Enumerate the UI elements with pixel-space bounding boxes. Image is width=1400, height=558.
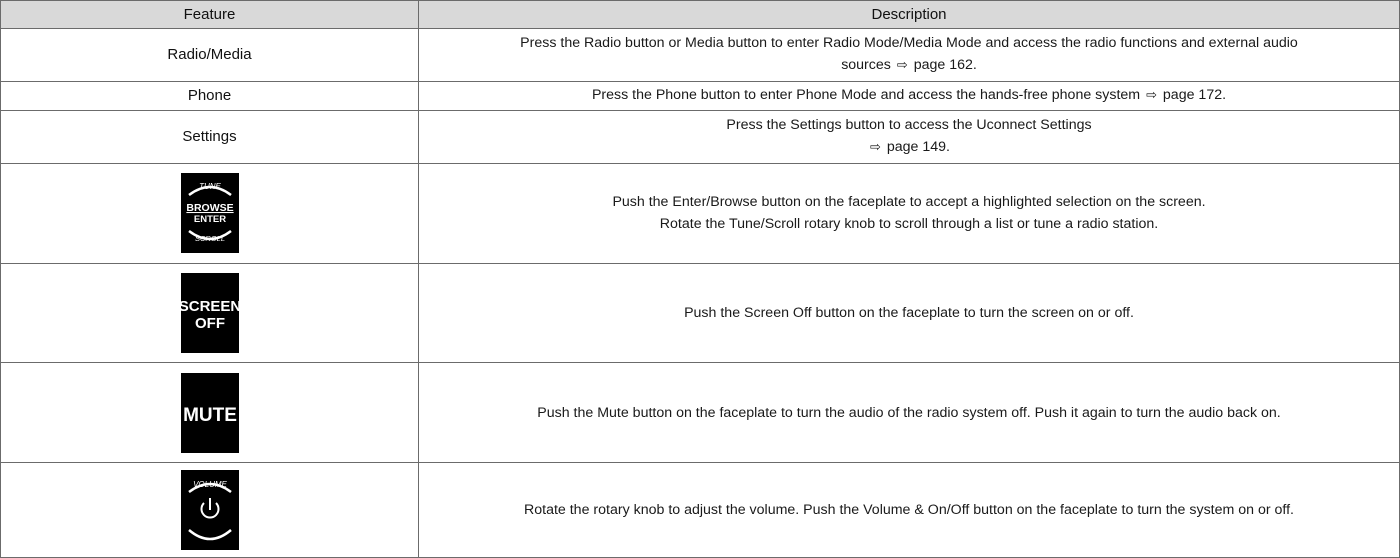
table-row: Radio/Media Press the Radio button or Me… <box>0 28 1400 82</box>
table-row: Settings Press the Settings button to ac… <box>0 110 1400 164</box>
description-line: Push the Enter/Browse button on the face… <box>612 194 1206 211</box>
screen-off-icon: SCREEN OFF <box>180 272 239 353</box>
description-cell: Press the Radio button or Media button t… <box>418 28 1400 82</box>
svg-text:TUNE: TUNE <box>199 182 221 191</box>
description-cell: Push the Mute button on the faceplate to… <box>418 362 1400 464</box>
svg-text:MUTE: MUTE <box>183 405 237 426</box>
feature-cell: MUTE <box>0 362 419 464</box>
table-row: TUNE BROWSE ENTER SCROLL Push the Enter/… <box>0 162 1400 264</box>
description-cell: Push the Enter/Browse button on the face… <box>418 162 1400 264</box>
feature-cell: Phone <box>0 80 419 112</box>
page-reference-link[interactable]: page 172. <box>1163 87 1226 103</box>
feature-settings: Settings <box>182 127 237 145</box>
svg-text:VOLUME: VOLUME <box>193 480 227 489</box>
feature-cell: TUNE BROWSE ENTER SCROLL <box>0 162 419 264</box>
page-reference-link[interactable]: page 162. <box>914 57 977 73</box>
page-ref-arrow-icon: ⇨ <box>896 58 908 74</box>
table-row: SCREEN OFF Push the Screen Off button on… <box>0 262 1400 364</box>
page-ref-arrow-icon: ⇨ <box>1146 88 1157 104</box>
description-text: Press the Settings button to access the … <box>726 117 1092 134</box>
feature-description-table: Feature Description Radio/Media Press th… <box>0 0 1400 558</box>
table-header-row: Feature Description <box>0 0 1400 29</box>
feature-radio-media: Radio/Media <box>167 45 252 63</box>
description-text: Push the Mute button on the faceplate to… <box>537 404 1281 421</box>
browse-enter-knob-icon: TUNE BROWSE ENTER SCROLL <box>180 173 239 254</box>
table-row: MUTE Push the Mute button on the facepla… <box>0 362 1400 464</box>
description-cell: Rotate the rotary knob to adjust the vol… <box>418 462 1400 558</box>
description-text: Rotate the rotary knob to adjust the vol… <box>524 502 1294 519</box>
svg-text:OFF: OFF <box>195 315 225 332</box>
svg-text:SCROLL: SCROLL <box>194 234 224 243</box>
feature-cell: VOLUME <box>0 462 419 558</box>
description-text: Push the Screen Off button on the facepl… <box>684 304 1134 321</box>
header-description: Description <box>418 0 1400 29</box>
svg-text:SCREEN: SCREEN <box>181 298 239 315</box>
header-feature: Feature <box>0 0 419 29</box>
svg-text:BROWSE: BROWSE <box>186 202 233 214</box>
page-reference-link[interactable]: page 149. <box>887 139 950 155</box>
table-row: Phone Press the Phone button to enter Ph… <box>0 80 1400 112</box>
feature-phone: Phone <box>187 86 232 104</box>
feature-cell: Radio/Media <box>0 28 419 82</box>
description-cell: Push the Screen Off button on the facepl… <box>418 262 1400 364</box>
table-row: VOLUME Rotate the rotary knob to adjust … <box>0 462 1400 558</box>
svg-text:ENTER: ENTER <box>193 214 225 225</box>
description-cell: Press the Phone button to enter Phone Mo… <box>418 80 1400 112</box>
description-line: Rotate the Tune/Scroll rotary knob to sc… <box>659 216 1159 233</box>
volume-power-knob-icon: VOLUME <box>180 470 239 551</box>
mute-icon: MUTE <box>180 372 239 453</box>
description-text: Press the Phone button to enter Phone Mo… <box>591 87 1141 104</box>
feature-cell: Settings <box>0 110 419 164</box>
feature-cell: SCREEN OFF <box>0 262 419 364</box>
description-cell: Press the Settings button to access the … <box>418 110 1400 164</box>
page-ref-arrow-icon: ⇨ <box>870 140 881 156</box>
